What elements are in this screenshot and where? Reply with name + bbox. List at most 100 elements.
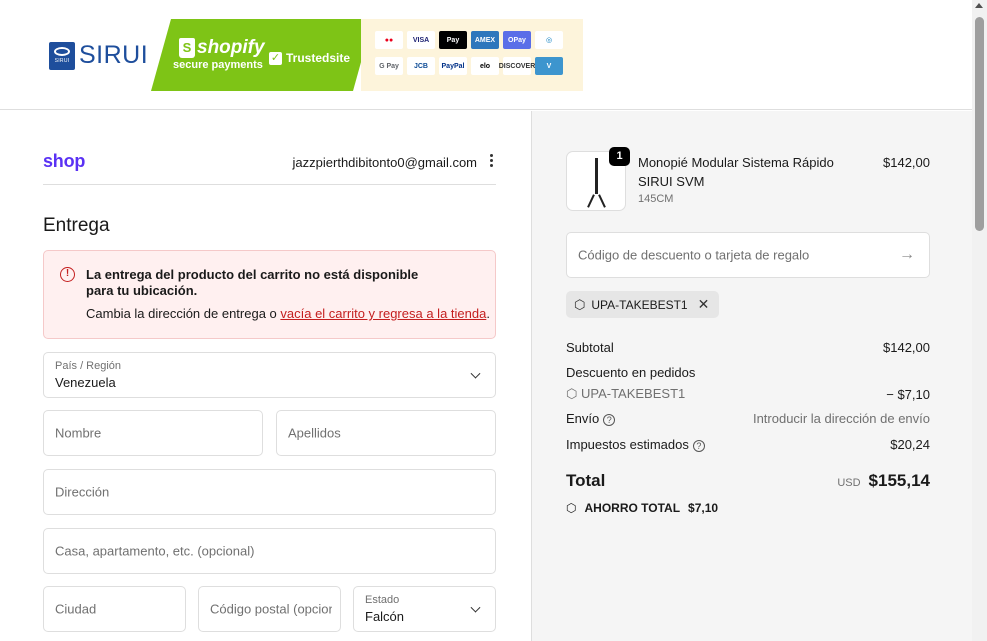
remove-discount-icon[interactable]: ✕ (698, 296, 710, 313)
delivery-error-alert: ! La entrega del producto del carrito no… (43, 250, 496, 339)
sirui-logo-text: SIRUI (79, 41, 149, 69)
savings-label: AHORRO TOTAL (584, 501, 681, 515)
arrow-right-icon[interactable]: → (899, 246, 915, 264)
city-placeholder: Ciudad (55, 601, 97, 617)
order-discount-row: Descuento en pedidos (566, 365, 930, 380)
taxes-label-wrap: Impuestos estimados? (566, 437, 705, 452)
trustedsite-badge: ✓ Trustedsite (269, 51, 350, 65)
applied-discount-chip: ⬡ UPA-TAKEBEST1 ✕ (566, 291, 720, 318)
savings-tag-icon: ⬡ (566, 501, 577, 515)
apartment-input[interactable]: Casa, apartamento, etc. (opcional) (43, 528, 496, 574)
opay-card-icon: OPay (503, 31, 531, 49)
sirui-logo-small-text: SIRUI (54, 58, 70, 64)
tag-icon: ⬡ (574, 296, 586, 312)
quantity-badge: 1 (609, 147, 630, 166)
country-label: País / Región (55, 360, 122, 372)
shopify-bag-icon: S (179, 38, 195, 58)
empty-cart-link[interactable]: vacía el carrito y regresa a la tienda (280, 306, 486, 321)
state-value: Falcón (365, 609, 405, 624)
state-select[interactable]: Estado Falcón (353, 586, 496, 632)
tag-icon: ⬡ (566, 386, 581, 401)
sirui-logo-icon: SIRUI (49, 41, 75, 70)
shipping-value: Introducir la dirección de envío (752, 411, 930, 426)
amex-card-icon: AMEX (471, 31, 499, 49)
paypal-card-icon: PayPal (439, 57, 467, 75)
order-discount-label: Descuento en pedidos (566, 365, 696, 380)
trustedsite-text: Trustedsite (286, 51, 351, 65)
help-icon[interactable]: ? (603, 414, 616, 426)
sirui-logo[interactable]: SIRUI SIRUI (49, 41, 148, 70)
city-input[interactable]: Ciudad (43, 586, 186, 632)
discount-code: UPA-TAKEBEST1 (591, 297, 688, 312)
product-price: $142,00 (883, 155, 930, 170)
country-select[interactable]: País / Región Venezuela (43, 352, 496, 398)
taxes-row: Impuestos estimados? $20,24 (566, 437, 930, 452)
apple-pay-card-icon: Pay (439, 31, 467, 49)
order-discount-code-row: ⬡ UPA-TAKEBEST1 − $7,10 (566, 386, 930, 402)
delivery-heading: Entrega (43, 215, 110, 236)
address-input[interactable]: Dirección (43, 469, 496, 515)
shop-pay-logo: shop (43, 151, 86, 171)
address-placeholder: Dirección (55, 484, 110, 500)
total-savings: ⬡ AHORRO TOTAL $7,10 (566, 501, 718, 515)
payment-methods: ●● VISA Pay AMEX OPay ◎ G Pay JCB PayPal elo DISCO… (361, 19, 583, 91)
last-name-placeholder: Apellidos (288, 425, 341, 441)
discount-placeholder: Código de descuento o tarjeta de regalo (578, 247, 810, 263)
help-icon[interactable]: ? (692, 440, 705, 452)
currency-code: USD (837, 477, 861, 489)
shipping-label: Envío (566, 411, 600, 426)
first-name-input[interactable]: Nombre (43, 410, 263, 456)
alert-title: La entrega del producto del carrito no e… (86, 267, 419, 298)
taxes-value: $20,24 (890, 437, 930, 452)
venmo-card-icon: V (535, 57, 563, 75)
subtotal-value: $142,00 (883, 340, 930, 355)
order-discount-code: ⬡ UPA-TAKEBEST1 (566, 386, 685, 402)
total-label: Total (566, 471, 606, 490)
alert-message-text: Cambia la dirección de entrega o (86, 306, 281, 321)
savings-value: $7,10 (688, 501, 719, 515)
checkout-form: shop jazzpierthdibitonto0@gmail.com Entr… (0, 111, 531, 641)
subtotal-label: Subtotal (566, 340, 614, 355)
secure-payments-text: secure payments (173, 59, 263, 71)
visa-card-icon: VISA (407, 31, 435, 49)
elo-card-icon: elo (471, 57, 499, 75)
alert-message-end: . (486, 306, 490, 321)
trust-banner: SIRUI SIRUI S shopify secure payments ✓ … (43, 19, 583, 91)
postal-code-input[interactable]: Código postal (opcional) (198, 586, 341, 632)
product-name: Monopié Modular Sistema Rápido SIRUI SVM (638, 155, 834, 189)
order-summary: 1 Monopié Modular Sistema Rápido SIRUI S… (531, 111, 972, 641)
jcb-card-icon: JCB (407, 57, 435, 75)
chevron-down-icon (470, 368, 481, 379)
store-header: SIRUI SIRUI S shopify secure payments ✓ … (0, 0, 972, 110)
shopify-word: shopify (197, 37, 265, 58)
total-amount: USD $155,14 (837, 471, 930, 491)
shipping-label-wrap: Envío? (566, 411, 616, 426)
page-scrollbar[interactable] (972, 0, 987, 641)
account-menu-icon[interactable] (490, 154, 493, 167)
gpay-card-icon: G Pay (375, 57, 403, 75)
divider (43, 184, 496, 185)
last-name-input[interactable]: Apellidos (276, 410, 496, 456)
chevron-down-icon (470, 602, 481, 613)
state-label: Estado (365, 594, 400, 606)
alert-message: Cambia la dirección de entrega o vacía e… (86, 306, 490, 321)
scroll-up-icon[interactable] (975, 3, 983, 8)
country-value: Venezuela (55, 375, 116, 390)
scrollbar-thumb[interactable] (975, 17, 984, 231)
apartment-placeholder: Casa, apartamento, etc. (opcional) (55, 543, 255, 559)
discount-code-input[interactable]: Código de descuento o tarjeta de regalo … (566, 232, 930, 278)
error-icon: ! (60, 267, 75, 282)
total-value: $155,14 (868, 471, 930, 490)
postal-code-placeholder: Código postal (opcional) (210, 601, 332, 617)
shopify-secure-badge: S shopify secure payments ✓ Trustedsite (151, 19, 373, 91)
discover-card-icon: DISCOVER (499, 57, 535, 75)
first-name-placeholder: Nombre (55, 425, 102, 441)
check-icon: ✓ (270, 51, 281, 64)
mastercard-card-icon: ●● (375, 31, 403, 49)
diners-card-icon: ◎ (535, 31, 563, 49)
subtotal-row: Subtotal $142,00 (566, 340, 930, 355)
shipping-row: Envío? Introducir la dirección de envío (566, 411, 930, 426)
total-row: Total USD $155,14 (566, 471, 930, 491)
taxes-label: Impuestos estimados (566, 437, 689, 452)
order-discount-value: − $7,10 (886, 386, 930, 402)
